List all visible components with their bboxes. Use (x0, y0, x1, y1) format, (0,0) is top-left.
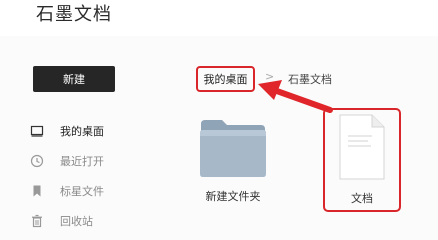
header-bar: 石墨文档 (0, 0, 438, 36)
file-item-document[interactable]: 文档 (323, 108, 401, 212)
sidebar-item-trash[interactable]: 回收站 (30, 212, 93, 230)
sidebar-item-label: 回收站 (60, 215, 93, 228)
clock-icon (30, 154, 44, 168)
new-button[interactable]: 新建 (33, 66, 115, 92)
file-name: 新建文件夹 (205, 190, 261, 203)
file-name: 文档 (351, 192, 373, 205)
sidebar-item-starred[interactable]: 标星文件 (30, 182, 104, 200)
breadcrumb-root-link[interactable]: 我的桌面 (196, 66, 255, 92)
app-title: 石墨文档 (36, 4, 112, 25)
document-icon (339, 114, 385, 180)
file-item-folder[interactable]: 新建文件夹 (196, 112, 270, 212)
desktop-icon (30, 124, 44, 138)
sidebar-item-label: 最近打开 (60, 155, 104, 168)
sidebar-item-my-desktop[interactable]: 我的桌面 (30, 122, 104, 140)
trash-icon (30, 214, 44, 228)
sidebar-item-recent[interactable]: 最近打开 (30, 152, 104, 170)
folder-icon (200, 120, 266, 177)
bookmark-icon (30, 184, 44, 198)
sidebar-item-label: 标星文件 (60, 185, 104, 198)
sidebar-item-label: 我的桌面 (60, 125, 104, 138)
